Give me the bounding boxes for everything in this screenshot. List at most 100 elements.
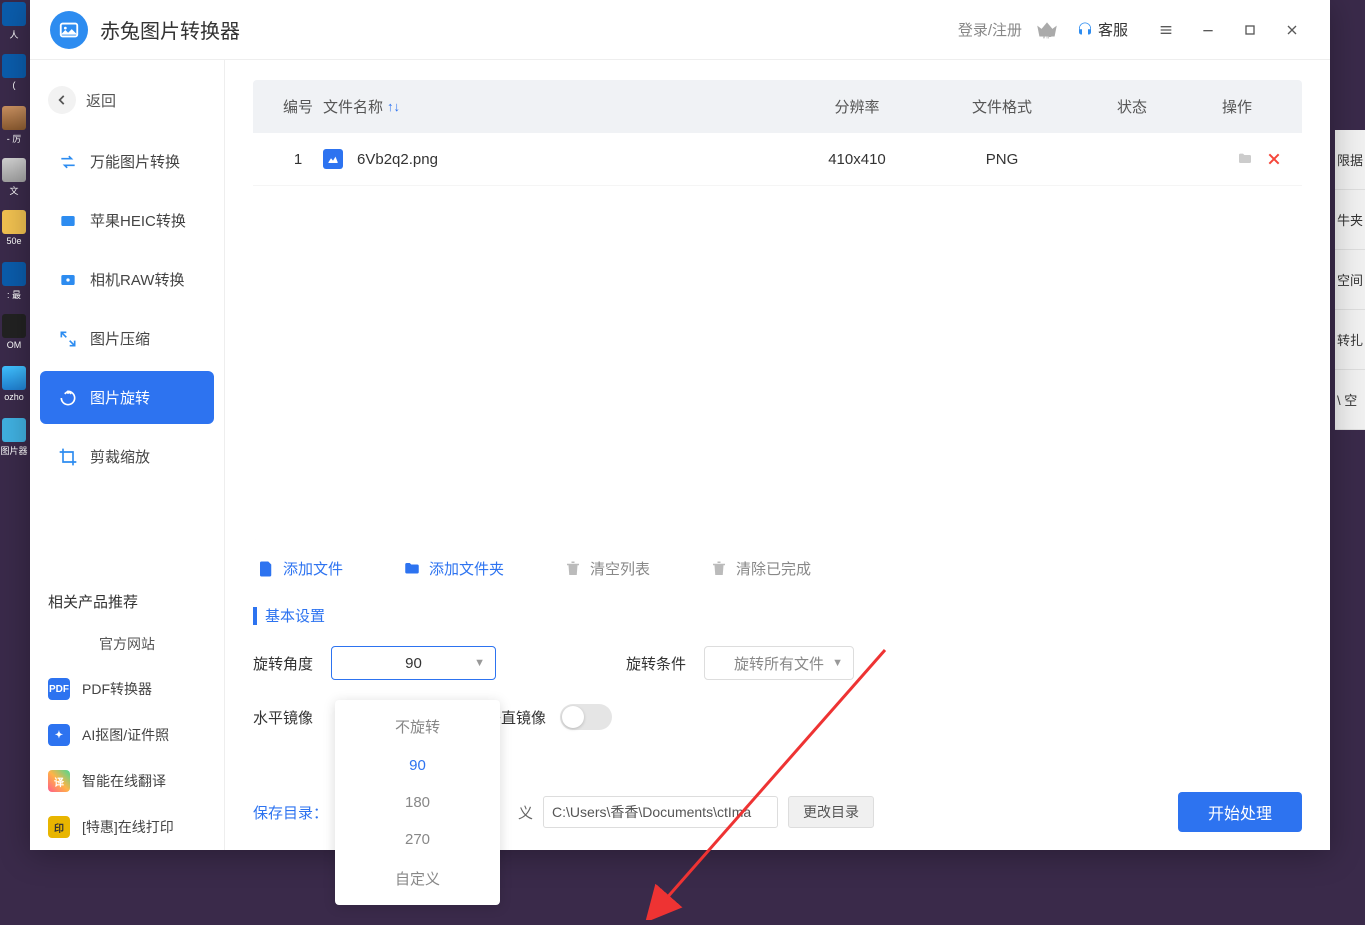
start-process-button[interactable]: 开始处理 — [1178, 792, 1302, 832]
rotate-angle-row: 旋转角度 90 ▼ 旋转条件 旋转所有文件 ▼ — [253, 646, 1302, 680]
open-folder-icon[interactable] — [1236, 151, 1254, 167]
desktop-icon[interactable]: 文 — [0, 158, 28, 208]
related-products-title: 相关产品推荐 — [30, 581, 224, 622]
rotate-angle-select[interactable]: 90 ▼ — [331, 646, 496, 680]
related-print[interactable]: 印 [特惠]在线打印 — [30, 804, 224, 850]
headset-icon — [1076, 21, 1094, 39]
desktop-icon[interactable]: ozho — [0, 366, 28, 416]
col-header-status: 状态 — [1072, 96, 1192, 117]
sidebar-item-compress[interactable]: 图片压缩 — [40, 312, 214, 365]
row-number: 1 — [273, 151, 323, 168]
print-icon: 印 — [48, 816, 70, 838]
row-filename: 6Vb2q2.png — [323, 149, 782, 169]
sidebar-item-heic-convert[interactable]: 苹果HEIC转换 — [40, 194, 214, 247]
dropdown-option-180[interactable]: 180 — [335, 784, 500, 821]
desktop-icon[interactable]: 50e — [0, 210, 28, 260]
trash-icon — [564, 560, 582, 578]
crop-icon — [58, 447, 78, 467]
clear-completed-button[interactable]: 清除已完成 — [710, 558, 811, 579]
folder-add-icon — [403, 560, 421, 578]
dropdown-option-270[interactable]: 270 — [335, 821, 500, 858]
related-ai-cutout[interactable]: ✦ AI抠图/证件照 — [30, 712, 224, 758]
image-icon — [58, 19, 80, 41]
delete-icon[interactable] — [1266, 151, 1282, 167]
action-toolbar: 添加文件 添加文件夹 清空列表 清除已完成 — [253, 540, 1302, 597]
desktop-icon[interactable]: ( — [0, 54, 28, 104]
col-header-number: 编号 — [273, 96, 323, 117]
desktop-icon[interactable]: - 厉 — [0, 106, 28, 156]
official-site-link[interactable]: 官方网站 — [30, 622, 224, 666]
file-thumbnail-icon — [323, 149, 343, 169]
table-row: 1 6Vb2q2.png 410x410 PNG — [253, 133, 1302, 186]
ai-icon: ✦ — [48, 724, 70, 746]
v-mirror-toggle[interactable] — [560, 704, 612, 730]
sidebar-item-rotate[interactable]: 图片旋转 — [40, 371, 214, 424]
vip-icon[interactable]: VIP — [1034, 17, 1060, 43]
compress-icon — [58, 329, 78, 349]
rotate-condition-select[interactable]: 旋转所有文件 ▼ — [704, 646, 854, 680]
desktop-icon[interactable]: : 最 — [0, 262, 28, 312]
raw-icon — [58, 270, 78, 290]
app-window: 赤兔图片转换器 登录/注册 VIP 客服 返回 万能图片转换 — [30, 0, 1330, 850]
customer-service-button[interactable]: 客服 — [1076, 19, 1128, 40]
col-header-resolution: 分辨率 — [782, 96, 932, 117]
dropdown-option-no-rotate[interactable]: 不旋转 — [335, 706, 500, 747]
add-file-button[interactable]: 添加文件 — [257, 558, 343, 579]
annotation-arrow — [645, 640, 905, 925]
sidebar-item-label: 剪裁缩放 — [90, 446, 150, 467]
col-header-action: 操作 — [1192, 96, 1282, 117]
login-register-link[interactable]: 登录/注册 — [958, 19, 1022, 40]
rotate-angle-dropdown: 不旋转 90 180 270 自定义 — [335, 700, 500, 905]
save-path-input[interactable] — [543, 796, 778, 828]
maximize-button[interactable] — [1232, 12, 1268, 48]
svg-text:VIP: VIP — [1042, 33, 1052, 40]
close-button[interactable] — [1274, 12, 1310, 48]
related-pdf-converter[interactable]: PDF PDF转换器 — [30, 666, 224, 712]
rotate-condition-label: 旋转条件 — [626, 653, 686, 674]
row-actions — [1192, 151, 1282, 167]
main-content: 编号 文件名称 ↑↓ 分辨率 文件格式 状态 操作 1 6Vb — [225, 60, 1330, 850]
app-logo — [50, 11, 88, 49]
dropdown-option-custom[interactable]: 自定义 — [335, 858, 500, 899]
desktop-right-partial: 限据 牛夹 空间 转扎 \ 空 — [1335, 130, 1365, 430]
sidebar-item-label: 图片压缩 — [90, 328, 150, 349]
sort-icon: ↑↓ — [387, 99, 400, 114]
table-header: 编号 文件名称 ↑↓ 分辨率 文件格式 状态 操作 — [253, 80, 1302, 133]
change-dir-button[interactable]: 更改目录 — [788, 796, 874, 828]
sidebar-item-label: 图片旋转 — [90, 387, 150, 408]
sidebar-item-label: 苹果HEIC转换 — [90, 210, 186, 231]
row-format: PNG — [932, 151, 1072, 168]
save-dir-label: 保存目录： — [253, 802, 328, 823]
sidebar-item-raw-convert[interactable]: 相机RAW转换 — [40, 253, 214, 306]
rotate-icon — [58, 388, 78, 408]
chevron-down-icon: ▼ — [832, 657, 843, 669]
related-translate[interactable]: 译 智能在线翻译 — [30, 758, 224, 804]
desktop-icon[interactable]: 图片器 — [0, 418, 28, 468]
h-mirror-label: 水平镜像 — [253, 707, 331, 728]
pdf-icon: PDF — [48, 678, 70, 700]
sidebar: 返回 万能图片转换 苹果HEIC转换 相机RAW转换 图片压缩 图片旋转 — [30, 60, 225, 850]
minimize-button[interactable] — [1190, 12, 1226, 48]
translate-icon: 译 — [48, 770, 70, 792]
add-folder-button[interactable]: 添加文件夹 — [403, 558, 504, 579]
file-add-icon — [257, 560, 275, 578]
sidebar-item-label: 万能图片转换 — [90, 151, 180, 172]
sidebar-item-crop[interactable]: 剪裁缩放 — [40, 430, 214, 483]
col-header-filename[interactable]: 文件名称 ↑↓ — [323, 96, 782, 117]
back-button[interactable]: 返回 — [30, 78, 224, 132]
desktop-icon[interactable]: OM — [0, 314, 28, 364]
heic-icon — [58, 211, 78, 231]
desktop-icons-left: 人 ( - 厉 文 50e : 最 OM ozho 图片器 — [0, 0, 30, 906]
clear-list-button[interactable]: 清空列表 — [564, 558, 650, 579]
dropdown-option-90[interactable]: 90 — [335, 747, 500, 784]
row-resolution: 410x410 — [782, 151, 932, 168]
desktop-icon[interactable]: 人 — [0, 2, 28, 52]
sidebar-item-universal-convert[interactable]: 万能图片转换 — [40, 135, 214, 188]
file-table: 编号 文件名称 ↑↓ 分辨率 文件格式 状态 操作 1 6Vb — [253, 80, 1302, 540]
chevron-left-icon — [48, 86, 76, 114]
app-title: 赤兔图片转换器 — [100, 15, 958, 44]
chevron-down-icon: ▼ — [474, 657, 485, 669]
convert-icon — [58, 152, 78, 172]
menu-button[interactable] — [1148, 12, 1184, 48]
rotate-angle-label: 旋转角度 — [253, 653, 331, 674]
